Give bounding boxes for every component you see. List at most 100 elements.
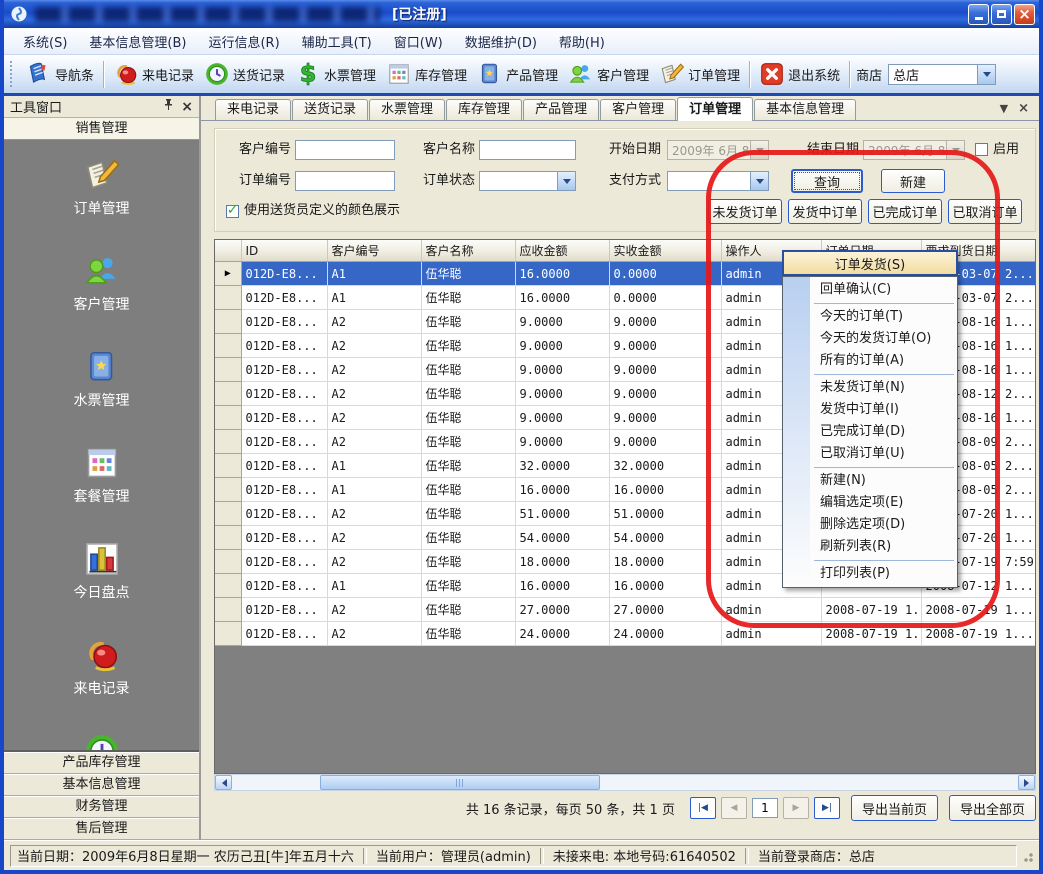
- minimize-button[interactable]: [968, 4, 989, 25]
- context-menu-item[interactable]: 删除选定项(D): [783, 514, 957, 536]
- sidebar-section-button-1[interactable]: 基本信息管理: [4, 774, 199, 796]
- chevron-down-icon[interactable]: [977, 65, 995, 84]
- row-selector-cell[interactable]: [215, 622, 241, 646]
- row-selector-cell[interactable]: [215, 526, 241, 550]
- shipping-orders-button[interactable]: 发货中订单: [788, 199, 862, 224]
- prev-page-button[interactable]: ◀: [721, 797, 747, 819]
- unshipped-orders-button[interactable]: 未发货订单: [708, 199, 782, 224]
- pin-icon[interactable]: [163, 98, 174, 115]
- horizontal-scrollbar[interactable]: [214, 774, 1036, 791]
- context-menu-item[interactable]: 新建(N): [783, 470, 957, 492]
- tab-6[interactable]: 订单管理: [677, 97, 753, 121]
- sidebar-item-chart[interactable]: 今日盘点: [74, 540, 130, 602]
- tab-0[interactable]: 来电记录: [215, 99, 291, 120]
- column-header-5[interactable]: 实收金额: [609, 240, 721, 262]
- chevron-down-icon[interactable]: [750, 172, 768, 190]
- context-menu-item[interactable]: 未发货订单(N): [783, 377, 957, 399]
- last-page-button[interactable]: ▶|: [814, 797, 840, 819]
- toolbar-button-nav-book[interactable]: 导航条: [21, 59, 99, 89]
- toolbar-button-dollar[interactable]: $水票管理: [290, 59, 381, 89]
- order-status-dropdown[interactable]: [479, 171, 576, 191]
- row-selector-cell[interactable]: [215, 598, 241, 622]
- tab-close-icon[interactable]: ×: [1018, 101, 1029, 116]
- tab-4[interactable]: 产品管理: [523, 99, 599, 120]
- page-number-input[interactable]: [752, 798, 778, 818]
- row-selector-cell[interactable]: [215, 358, 241, 382]
- customer-no-input[interactable]: [295, 140, 395, 160]
- sidebar-section-button-3[interactable]: 售后管理: [4, 818, 199, 840]
- context-menu-item[interactable]: 今天的订单(T): [783, 306, 957, 328]
- sidebar-item-clock[interactable]: 送货记录: [74, 732, 130, 750]
- column-header-1[interactable]: ID: [241, 240, 327, 262]
- row-selector-cell[interactable]: [215, 502, 241, 526]
- scrollbar-thumb[interactable]: [320, 775, 600, 790]
- sidebar-section-button-0[interactable]: 产品库存管理: [4, 752, 199, 774]
- color-display-checkbox[interactable]: [226, 205, 239, 218]
- tab-2[interactable]: 水票管理: [369, 99, 445, 120]
- row-selector-cell[interactable]: [215, 286, 241, 310]
- pay-method-dropdown[interactable]: [667, 171, 769, 191]
- query-button[interactable]: 查询: [791, 169, 863, 193]
- resize-grip[interactable]: [1021, 850, 1033, 862]
- table-row[interactable]: 012D-E8...A2伍华聪24.000024.0000admin2008-0…: [215, 622, 1035, 646]
- sidebar-item-calendar[interactable]: 套餐管理: [74, 444, 130, 506]
- row-selector-cell[interactable]: [215, 310, 241, 334]
- context-menu-item-highlighted[interactable]: 订单发货(S): [782, 250, 958, 276]
- context-menu-item[interactable]: 回单确认(C): [783, 279, 957, 301]
- context-menu-item[interactable]: 今天的发货订单(O): [783, 328, 957, 350]
- context-menu-item[interactable]: 刷新列表(R): [783, 536, 957, 558]
- menubar-item[interactable]: 数据维护(D): [454, 29, 548, 54]
- toolbar-button-product-book[interactable]: 产品管理: [472, 59, 563, 89]
- row-selector-cell[interactable]: [215, 454, 241, 478]
- tab-7[interactable]: 基本信息管理: [754, 99, 856, 120]
- row-selector-cell[interactable]: ▶: [215, 262, 241, 286]
- table-row[interactable]: 012D-E8...A2伍华聪27.000027.0000admin2008-0…: [215, 598, 1035, 622]
- close-button[interactable]: ×: [1014, 4, 1035, 25]
- toolbar-button-exit[interactable]: 退出系统: [754, 59, 845, 89]
- toolbar-button-clock[interactable]: 送货记录: [199, 59, 290, 89]
- toolbar-button-calendar[interactable]: 库存管理: [381, 59, 472, 89]
- tab-scroll-down-icon[interactable]: ▼: [1000, 102, 1008, 115]
- export-all-pages-button[interactable]: 导出全部页: [949, 795, 1036, 821]
- column-header-2[interactable]: 客户编号: [327, 240, 421, 262]
- context-menu-item[interactable]: 编辑选定项(E): [783, 492, 957, 514]
- row-selector-cell[interactable]: [215, 334, 241, 358]
- new-button[interactable]: 新建: [881, 169, 945, 193]
- menubar-item[interactable]: 系统(S): [12, 29, 78, 54]
- completed-orders-button[interactable]: 已完成订单: [868, 199, 942, 224]
- chevron-down-icon[interactable]: [557, 172, 575, 190]
- close-icon[interactable]: ×: [181, 101, 193, 113]
- context-menu-item[interactable]: 已取消订单(U): [783, 443, 957, 465]
- menubar-item[interactable]: 窗口(W): [383, 29, 454, 54]
- scroll-left-icon[interactable]: [215, 775, 232, 790]
- scroll-right-icon[interactable]: [1018, 775, 1035, 790]
- shop-combobox[interactable]: 总店: [888, 64, 996, 85]
- column-header-0[interactable]: [215, 240, 241, 262]
- context-menu-item[interactable]: 已完成订单(D): [783, 421, 957, 443]
- toolbar-button-order[interactable]: 订单管理: [654, 59, 745, 89]
- toolbar-button-bell[interactable]: 来电记录: [108, 59, 199, 89]
- toolbar-grip[interactable]: [10, 61, 16, 87]
- export-current-page-button[interactable]: 导出当前页: [851, 795, 938, 821]
- context-menu-item[interactable]: 发货中订单(I): [783, 399, 957, 421]
- maximize-button[interactable]: [991, 4, 1012, 25]
- toolbar-button-people[interactable]: 客户管理: [563, 59, 654, 89]
- sidebar-item-product-book[interactable]: 水票管理: [74, 348, 130, 410]
- sidebar-section-button-2[interactable]: 财务管理: [4, 796, 199, 818]
- row-selector-cell[interactable]: [215, 550, 241, 574]
- tab-5[interactable]: 客户管理: [600, 99, 676, 120]
- next-page-button[interactable]: ▶: [783, 797, 809, 819]
- sidebar-item-bell[interactable]: 来电记录: [74, 636, 130, 698]
- menubar-item[interactable]: 运行信息(R): [197, 29, 290, 54]
- column-header-4[interactable]: 应收金额: [515, 240, 609, 262]
- row-selector-cell[interactable]: [215, 382, 241, 406]
- sidebar-section-sales[interactable]: 销售管理: [4, 118, 199, 140]
- tab-1[interactable]: 送货记录: [292, 99, 368, 120]
- row-selector-cell[interactable]: [215, 478, 241, 502]
- sidebar-item-order[interactable]: 订单管理: [74, 156, 130, 218]
- menubar-item[interactable]: 基本信息管理(B): [78, 29, 197, 54]
- order-no-input[interactable]: [295, 171, 395, 191]
- row-selector-cell[interactable]: [215, 406, 241, 430]
- menubar-item[interactable]: 辅助工具(T): [291, 29, 383, 54]
- row-selector-cell[interactable]: [215, 430, 241, 454]
